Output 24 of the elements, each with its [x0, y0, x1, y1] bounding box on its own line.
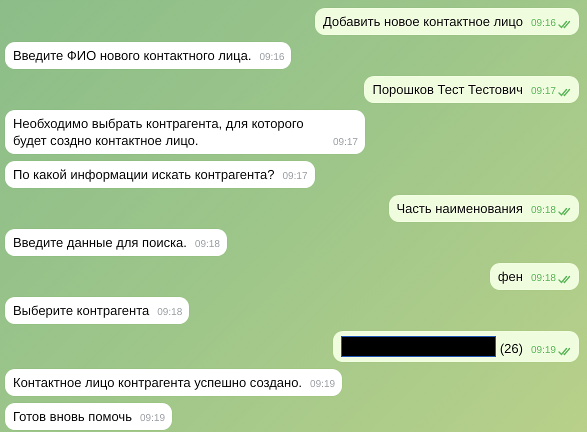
message-time: 09:19: [140, 413, 166, 425]
message-text: фен: [498, 268, 523, 285]
message-time: 09:19: [310, 379, 336, 391]
message-text: Необходимо выбрать контрагента, для которого будет создно контактное лицо.: [13, 115, 305, 149]
message-time: 09:17: [282, 171, 308, 183]
message-text: Часть наименования: [396, 200, 523, 217]
message-text: По какой информации искать контрагента?: [13, 166, 274, 183]
message-text: Контактное лицо контрагента успешно создано.: [13, 374, 302, 391]
message-text: Добавить новое контактное лицо: [322, 13, 523, 30]
message-time: 09:16: [259, 52, 284, 64]
message-text: Готов вновь помочь: [13, 408, 132, 425]
message-time: 09:16: [530, 18, 556, 30]
message-text: Порошков Тест Тестович: [372, 81, 523, 98]
message-text: Выберите контрагента: [13, 302, 150, 319]
message-time: 09:19: [530, 345, 556, 357]
message-text: Введите ФИО нового контактного лица.: [13, 47, 252, 64]
message-time: 09:17: [530, 86, 556, 98]
message-text: (26): [500, 340, 523, 357]
message-time: 09:18: [194, 239, 220, 251]
message-time: 09:18: [530, 205, 556, 217]
message-text: Введите данные для поиска.: [13, 234, 187, 251]
message-time: 09:18: [157, 307, 182, 319]
message-time: 09:17: [332, 137, 358, 149]
message-time: 09:18: [530, 273, 556, 285]
